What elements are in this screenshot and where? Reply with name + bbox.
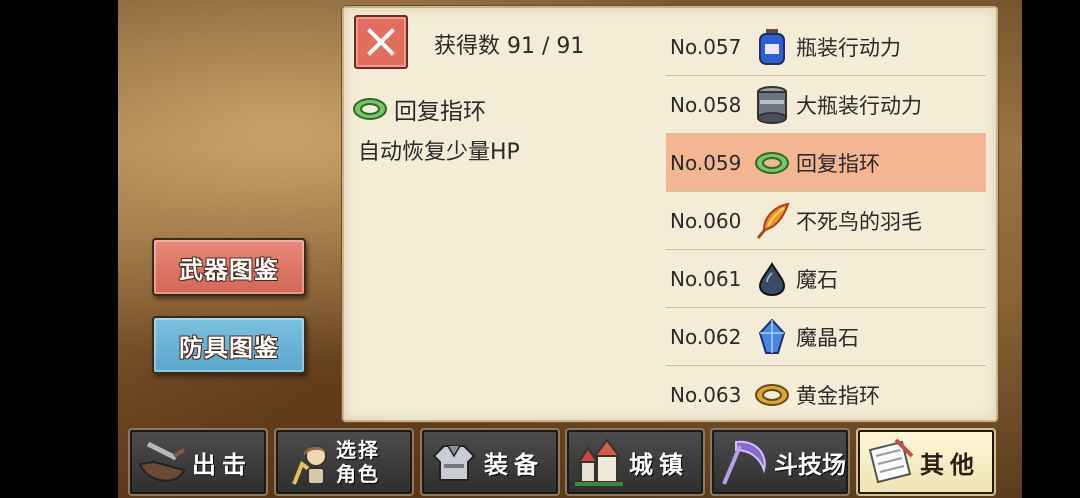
item-name: 不死鸟的羽毛 xyxy=(796,209,922,234)
item-name: 瓶装行动力 xyxy=(796,35,901,60)
item-name: 大瓶装行动力 xyxy=(796,93,922,118)
item-name: 回复指环 xyxy=(796,151,880,176)
tab-label: 其他 xyxy=(920,450,980,479)
tab-character-select[interactable]: 选择 角色 xyxy=(274,428,414,496)
tab-label: 出击 xyxy=(192,450,252,479)
armor-index-button[interactable]: 防具图鉴 xyxy=(152,316,306,374)
item-number: No.058 xyxy=(670,92,742,117)
tab-label: 斗技场 xyxy=(774,450,846,479)
tab-equipment[interactable]: 装备 xyxy=(420,428,560,496)
tab-label: 装备 xyxy=(484,450,544,479)
item-number: No.059 xyxy=(670,150,742,175)
list-item[interactable]: No.057 瓶装行动力 xyxy=(666,18,986,76)
tab-arena[interactable]: 斗技场 xyxy=(710,428,850,496)
blue-bottle-icon xyxy=(759,28,785,65)
item-name: 魔石 xyxy=(796,267,838,292)
bottom-nav-bar: 出击 选择 角色 装备 城镇 斗技场 其他 xyxy=(128,428,998,496)
selected-item-name: 回复指环 xyxy=(394,99,486,125)
blue-crystal-icon xyxy=(758,318,786,354)
scroll-other-icon xyxy=(868,438,914,484)
armor-equip-icon xyxy=(432,445,476,481)
list-item[interactable]: No.063 黄金指环 xyxy=(666,366,986,423)
background-stage: 武器图鉴 防具图鉴 获得数 91 / 91 回复指环 自动恢复少量HP No.0… xyxy=(118,0,1022,498)
item-catalog-panel: 获得数 91 / 91 回复指环 自动恢复少量HP No.057 瓶装行动力 N… xyxy=(342,6,998,422)
dark-stone-icon xyxy=(758,261,786,296)
close-button[interactable] xyxy=(354,15,408,69)
green-ring-icon xyxy=(353,98,387,120)
item-name: 黄金指环 xyxy=(796,383,880,408)
green-ring-icon xyxy=(755,151,789,174)
collected-count: 获得数 91 / 91 xyxy=(434,34,585,59)
list-item[interactable]: No.062 魔晶石 xyxy=(666,308,986,366)
list-item[interactable]: No.060 不死鸟的羽毛 xyxy=(666,192,986,250)
steel-can-icon xyxy=(757,85,787,124)
character-select-icon xyxy=(292,445,327,485)
list-item-selected[interactable]: No.059 回复指环 xyxy=(666,134,986,192)
sortie-icon xyxy=(138,441,186,482)
tab-other[interactable]: 其他 xyxy=(856,428,996,496)
item-number: No.061 xyxy=(670,266,742,291)
close-icon xyxy=(367,28,395,56)
list-item[interactable]: No.061 魔石 xyxy=(666,250,986,308)
tab-label: 选择 角色 xyxy=(336,438,380,486)
item-number: No.063 xyxy=(670,382,742,407)
selected-item-description: 自动恢复少量HP xyxy=(358,140,520,165)
tab-sortie[interactable]: 出击 xyxy=(128,428,268,496)
item-name: 魔晶石 xyxy=(796,325,859,350)
arena-scythe-icon xyxy=(722,440,766,485)
gold-ring-icon xyxy=(755,383,789,406)
phoenix-feather-icon xyxy=(756,202,790,239)
item-number: No.057 xyxy=(670,34,742,59)
list-item[interactable]: No.058 大瓶装行动力 xyxy=(666,76,986,134)
town-icon xyxy=(575,438,623,486)
tab-label: 城镇 xyxy=(629,450,689,479)
item-number: No.062 xyxy=(670,324,742,349)
item-number: No.060 xyxy=(670,208,742,233)
tab-town[interactable]: 城镇 xyxy=(565,428,705,496)
weapon-index-button[interactable]: 武器图鉴 xyxy=(152,238,306,296)
item-list: No.057 瓶装行动力 No.058 大瓶装行动力 No.059 回复指环 N… xyxy=(666,18,986,423)
